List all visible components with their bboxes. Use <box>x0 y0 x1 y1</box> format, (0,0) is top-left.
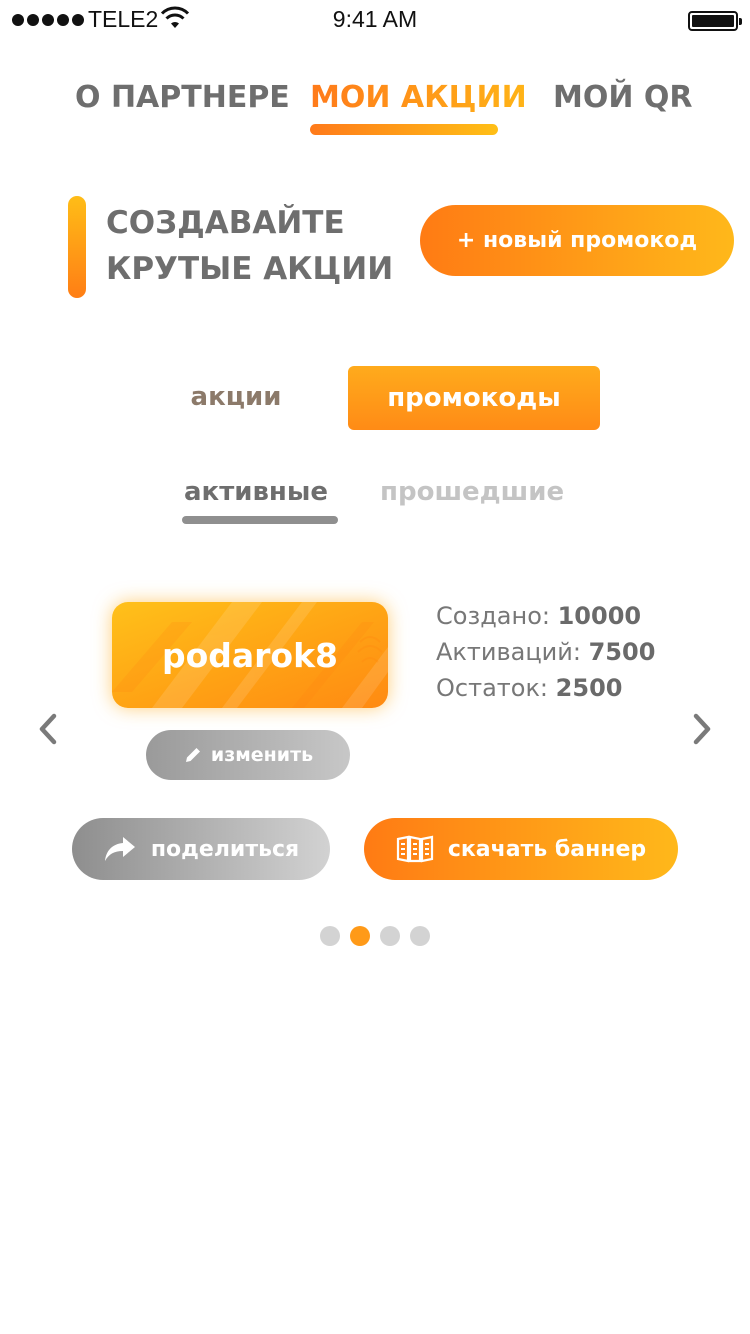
hero-title: СОЗДАВАЙТЕ КРУТЫЕ АКЦИИ <box>106 200 406 292</box>
status-bar: TELE2 9:41 AM <box>0 0 750 40</box>
stat-remaining: Остаток: 2500 <box>436 674 623 702</box>
page-indicator <box>320 926 430 946</box>
page-dot[interactable] <box>320 926 340 946</box>
page-dot-active[interactable] <box>350 926 370 946</box>
active-tab-indicator <box>310 124 498 135</box>
hero-title-line1: СОЗДАВАЙТЕ <box>106 205 345 241</box>
pencil-icon <box>185 748 200 762</box>
stat-activations: Активаций: 7500 <box>436 638 656 666</box>
download-banner-button[interactable]: скачать баннер <box>364 818 678 880</box>
share-arrow-icon <box>104 837 135 861</box>
clock: 9:41 AM <box>332 6 418 32</box>
tab-my-qr[interactable]: МОЙ QR <box>553 80 693 120</box>
chevron-left-icon[interactable] <box>36 712 60 746</box>
subtab-past[interactable]: прошедшие <box>380 477 564 507</box>
share-button-label: поделиться <box>150 836 300 862</box>
banner-icon <box>396 835 433 863</box>
subtab-active[interactable]: активные <box>184 477 328 507</box>
edit-button-label: изменить <box>210 744 314 766</box>
promo-code-card[interactable]: podarok8 <box>112 602 388 708</box>
battery-icon <box>688 11 742 31</box>
hero-title-line2: КРУТЫЕ АКЦИИ <box>106 251 394 287</box>
chevron-right-icon[interactable] <box>690 712 714 746</box>
new-promocode-button[interactable]: + новый промокод <box>420 205 734 276</box>
hero-accent-bar <box>68 196 86 298</box>
download-banner-label: скачать баннер <box>447 836 647 862</box>
promo-stats: Создано: 10000 Активаций: 7500 Остаток: … <box>436 598 655 706</box>
subtab-active-indicator <box>182 516 338 524</box>
tab-about-partner[interactable]: О ПАРТНЕРЕ <box>75 80 290 120</box>
segment-promocodes[interactable]: промокоды <box>348 366 600 430</box>
edit-button[interactable]: изменить <box>146 730 350 780</box>
stat-created: Создано: 10000 <box>436 602 642 630</box>
page-dot[interactable] <box>380 926 400 946</box>
page-dot[interactable] <box>410 926 430 946</box>
segment-actions[interactable]: акции <box>150 366 322 428</box>
share-button[interactable]: поделиться <box>72 818 330 880</box>
tab-my-promotions[interactable]: МОИ АКЦИИ <box>310 80 527 120</box>
promo-code-text: podarok8 <box>161 635 339 675</box>
